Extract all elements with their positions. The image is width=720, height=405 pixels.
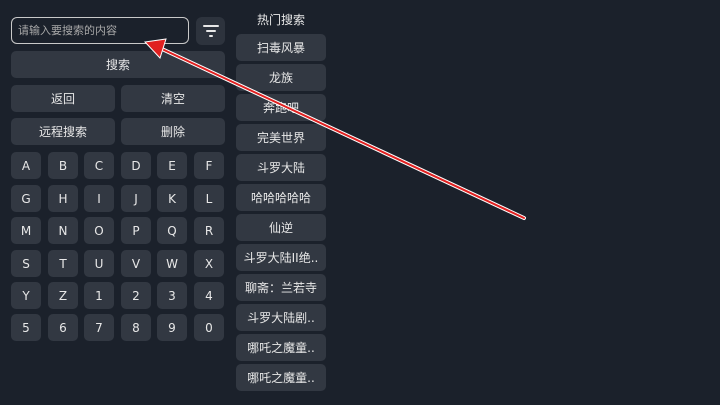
key[interactable]: N (48, 217, 78, 244)
key[interactable]: 2 (121, 282, 151, 309)
hot-search-item[interactable]: 聊斋：兰若寺 (236, 274, 326, 301)
hot-search-item[interactable]: 斗罗大陆II绝.. (236, 244, 326, 271)
key[interactable]: P (121, 217, 151, 244)
key[interactable]: M (11, 217, 41, 244)
filter-button[interactable] (196, 17, 225, 45)
remote-search-button[interactable]: 远程搜索 (11, 118, 115, 145)
hot-search-item[interactable]: 奔跑吧 (236, 94, 326, 121)
key[interactable]: Z (48, 282, 78, 309)
key[interactable]: D (121, 152, 151, 179)
key[interactable]: J (121, 185, 151, 212)
clear-button[interactable]: 清空 (121, 85, 225, 112)
hot-search-title: 热门搜索 (256, 13, 305, 27)
key[interactable]: 1 (84, 282, 114, 309)
key[interactable]: B (48, 152, 78, 179)
key[interactable]: K (157, 185, 187, 212)
back-button[interactable]: 返回 (11, 85, 115, 112)
key[interactable]: 5 (11, 314, 41, 341)
key[interactable]: L (194, 185, 224, 212)
key[interactable]: R (194, 217, 224, 244)
hot-search-item[interactable]: 完美世界 (236, 124, 326, 151)
hot-search-item[interactable]: 哪吒之魔童.. (236, 334, 326, 361)
key[interactable]: 0 (194, 314, 224, 341)
key[interactable]: W (157, 250, 187, 277)
key[interactable]: X (194, 250, 224, 277)
key[interactable]: Q (157, 217, 187, 244)
key[interactable]: G (11, 185, 41, 212)
search-screen: 搜索 返回 清空 远程搜索 删除 A B C D E F G H I J K L… (0, 0, 720, 405)
key[interactable]: 7 (84, 314, 114, 341)
hot-search-item[interactable]: 仙逆 (236, 214, 326, 241)
key[interactable]: 3 (157, 282, 187, 309)
key[interactable]: V (121, 250, 151, 277)
key[interactable]: E (157, 152, 187, 179)
key[interactable]: F (194, 152, 224, 179)
key[interactable]: I (84, 185, 114, 212)
search-input[interactable] (11, 17, 189, 44)
hot-search-item[interactable]: 斗罗大陆 (236, 154, 326, 181)
delete-button[interactable]: 删除 (121, 118, 225, 145)
hot-search-item[interactable]: 哈哈哈哈哈 (236, 184, 326, 211)
key[interactable]: C (84, 152, 114, 179)
key[interactable]: 8 (121, 314, 151, 341)
key[interactable]: Y (11, 282, 41, 309)
hot-search-item[interactable]: 扫毒风暴 (236, 34, 326, 61)
key[interactable]: 9 (157, 314, 187, 341)
key[interactable]: A (11, 152, 41, 179)
key[interactable]: T (48, 250, 78, 277)
search-button[interactable]: 搜索 (11, 51, 225, 78)
hot-search-item[interactable]: 龙族 (236, 64, 326, 91)
key[interactable]: H (48, 185, 78, 212)
key[interactable]: O (84, 217, 114, 244)
key[interactable]: S (11, 250, 41, 277)
search-bar (11, 17, 225, 46)
key[interactable]: 6 (48, 314, 78, 341)
hot-search-item[interactable]: 哪吒之魔童.. (236, 364, 326, 391)
key[interactable]: U (84, 250, 114, 277)
filter-icon (202, 25, 219, 37)
hot-search-item[interactable]: 斗罗大陆剧.. (236, 304, 326, 331)
key[interactable]: 4 (194, 282, 224, 309)
